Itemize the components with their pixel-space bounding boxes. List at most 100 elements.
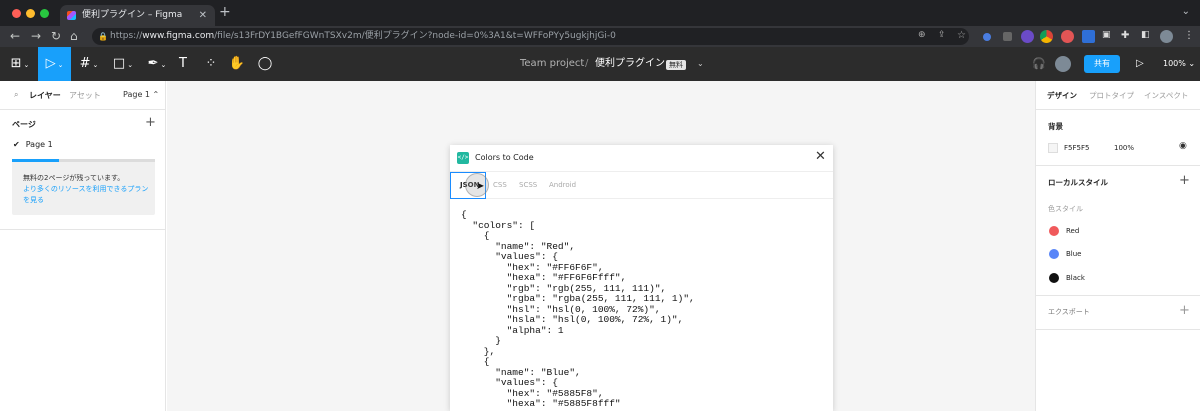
plugin-header: </> Colors to Code ✕ <box>450 145 833 172</box>
tab-search-icon[interactable]: ⌄ <box>1182 6 1190 17</box>
extension-tab-icon[interactable]: ▣ <box>1102 30 1115 43</box>
side-panel-icon[interactable]: ◧ <box>1141 30 1154 43</box>
json-code-output[interactable]: { "colors": [ { "name": "Red", "values":… <box>461 209 695 410</box>
shape-tool-icon[interactable]: □ ⌄ <box>108 47 138 81</box>
forward-arrow-icon[interactable]: → <box>31 29 41 43</box>
tab-inspect[interactable]: インスペクト <box>1144 90 1188 101</box>
zoom-level[interactable]: 100% ⌄ <box>1163 47 1195 81</box>
tab-title: 便利プラグイン – Figma <box>82 10 183 20</box>
move-tool-icon[interactable]: ▷ ⌄ <box>38 47 71 81</box>
file-menu-chevron-down-icon[interactable]: ⌄ <box>697 47 704 81</box>
present-play-icon[interactable]: ▷ <box>1136 47 1144 81</box>
window-close-dot[interactable] <box>12 9 21 18</box>
tab-scss[interactable]: SCSS <box>519 181 537 189</box>
upgrade-plan-link[interactable]: より多くのリソースを利用できるプランを見る <box>23 185 148 204</box>
style-name-blue[interactable]: Blue <box>1066 250 1082 258</box>
tab-close-icon[interactable]: ✕ <box>199 5 207 26</box>
page-usage-fill <box>12 159 60 162</box>
share-page-icon[interactable]: ⇪ <box>938 30 951 43</box>
upsell-text: 無料の2ページが残っています。 <box>23 174 125 182</box>
extension-avatar-icon[interactable] <box>1021 30 1034 43</box>
left-panel-tabs: ⌕ レイヤー アセット Page 1 ⌃ <box>0 81 166 110</box>
color-styles-label: 色スタイル <box>1048 205 1083 213</box>
upsell-card: 無料の2ページが残っています。 より多くのリソースを利用できるプランを見る <box>12 159 155 215</box>
figma-toolbar: ⊞ ⌄ ▷ ⌄ # ⌄ □ ⌄ ✒ ⌄ T ⁘ ✋ ◯ Team project / 便利… <box>0 47 1200 81</box>
page-selector[interactable]: Page 1 ⌃ <box>123 90 159 99</box>
plugin-title: Colors to Code <box>475 153 534 162</box>
style-swatch-black <box>1049 273 1059 283</box>
extension-window-icon[interactable] <box>1003 32 1012 41</box>
headphones-icon[interactable]: 🎧 <box>1031 47 1047 81</box>
main-menu-icon[interactable]: ⊞ ⌄ <box>6 47 34 81</box>
search-icon[interactable]: ⌕ <box>14 90 18 100</box>
section-divider <box>1036 295 1200 296</box>
extensions-puzzle-icon[interactable]: ✚ <box>1121 30 1134 43</box>
tab-assets[interactable]: アセット <box>69 90 101 101</box>
page-list-item[interactable]: ✔ Page 1 <box>13 140 53 149</box>
figma-app-window: 便利プラグイン – Figma ✕ + ⌄ ← → ↻ ⌂ 🔒 https://… <box>0 0 1200 411</box>
url-path: /file/s13FrDY1BGefFGWnTSXv2m/便利プラグイン?nod… <box>214 31 616 41</box>
bookmark-star-icon[interactable]: ☆ <box>957 30 970 43</box>
upsell-message: 無料の2ページが残っています。 より多くのリソースを利用できるプランを見る <box>23 173 151 206</box>
user-avatar[interactable] <box>1055 56 1071 72</box>
style-name-black[interactable]: Black <box>1066 274 1085 282</box>
text-tool-icon[interactable]: T <box>174 47 192 81</box>
browser-address-bar: ← → ↻ ⌂ 🔒 https://www.figma.com/file/s13… <box>0 26 1200 47</box>
resources-icon[interactable]: ⁘ <box>202 47 220 81</box>
pen-tool-icon[interactable]: ✒ ⌄ <box>142 47 172 81</box>
browser-menu-icon[interactable]: ⋮ <box>1184 30 1197 43</box>
lock-icon: 🔒 <box>98 32 108 41</box>
file-name[interactable]: 便利プラグイン <box>595 47 665 81</box>
style-swatch-red <box>1049 226 1059 236</box>
figma-favicon-icon <box>67 11 76 20</box>
project-name[interactable]: Team project <box>520 47 584 81</box>
url-field[interactable]: 🔒 https://www.figma.com/file/s13FrDY1BGe… <box>92 28 969 45</box>
eye-icon[interactable]: ◉ <box>1179 141 1187 151</box>
tab-layers[interactable]: レイヤー <box>29 90 61 101</box>
frame-tool-icon[interactable]: # ⌄ <box>74 47 104 81</box>
zoom-level-label: 100% <box>1163 59 1186 68</box>
reload-icon[interactable]: ↻ <box>51 29 61 43</box>
background-swatch[interactable] <box>1048 143 1058 153</box>
window-zoom-dot[interactable] <box>40 9 49 18</box>
tab-android[interactable]: Android <box>549 181 576 189</box>
extension-blue-icon[interactable] <box>1082 30 1095 43</box>
background-heading: 背景 <box>1048 122 1063 131</box>
style-name-red[interactable]: Red <box>1066 227 1079 235</box>
tab-css[interactable]: CSS <box>493 181 507 189</box>
extension-red-icon[interactable] <box>1061 30 1074 43</box>
style-swatch-blue <box>1049 249 1059 259</box>
right-sidebar: デザイン プロトタイプ インスペクト 背景 F5F5F5 100% ◉ ローカル… <box>1035 81 1200 411</box>
left-sidebar: ⌕ レイヤー アセット Page 1 ⌃ ページ + ✔ Page 1 無料の2ペ… <box>0 81 166 411</box>
tab-design[interactable]: デザイン <box>1047 90 1077 101</box>
share-button[interactable]: 共有 <box>1084 55 1120 73</box>
zoom-icon[interactable]: ⊕ <box>918 30 931 43</box>
background-hex[interactable]: F5F5F5 <box>1064 144 1089 152</box>
export-heading: エクスポート <box>1048 308 1090 316</box>
section-divider <box>1036 165 1200 166</box>
browser-tab-bar: 便利プラグイン – Figma ✕ + ⌄ <box>0 0 1200 26</box>
extension-chrome-icon[interactable] <box>1040 30 1053 43</box>
add-export-icon[interactable]: + <box>1179 303 1190 318</box>
back-arrow-icon[interactable]: ← <box>10 29 20 43</box>
browser-tab-figma[interactable]: 便利プラグイン – Figma ✕ <box>60 5 215 26</box>
local-styles-heading: ローカルスタイル <box>1048 178 1108 187</box>
url-host: www.figma.com <box>142 31 215 41</box>
add-page-icon[interactable]: + <box>145 115 156 130</box>
hand-tool-icon[interactable]: ✋ <box>228 47 246 81</box>
right-panel-tabs: デザイン プロトタイプ インスペクト <box>1036 81 1200 110</box>
profile-avatar-icon[interactable] <box>1160 30 1173 43</box>
new-tab-icon[interactable]: + <box>219 4 231 20</box>
code-brackets-icon: </> <box>457 152 469 164</box>
window-minimize-dot[interactable] <box>26 9 35 18</box>
section-divider <box>1036 329 1200 330</box>
comment-tool-icon[interactable]: ◯ <box>256 47 274 81</box>
home-icon[interactable]: ⌂ <box>70 29 78 43</box>
background-opacity[interactable]: 100% <box>1114 144 1134 152</box>
extension-pin-icon[interactable] <box>983 33 991 41</box>
left-panel-divider <box>0 229 166 230</box>
add-style-icon[interactable]: + <box>1179 173 1190 188</box>
close-icon[interactable]: ✕ <box>815 149 826 164</box>
tab-prototype[interactable]: プロトタイプ <box>1089 90 1134 101</box>
pages-heading: ページ <box>12 120 36 129</box>
